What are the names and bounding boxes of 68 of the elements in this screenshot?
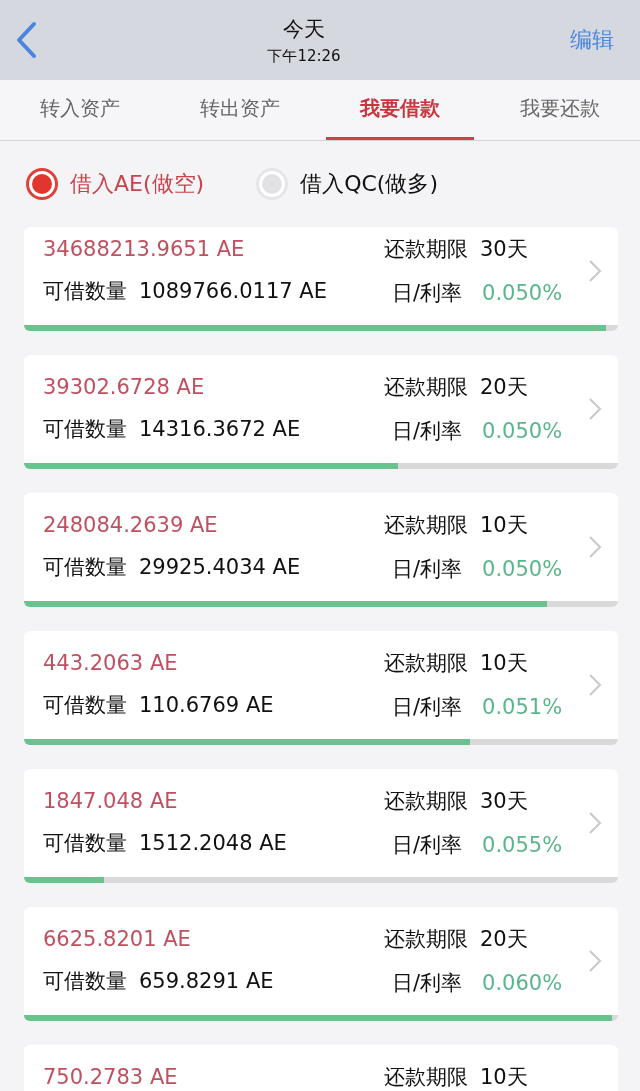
chevron-icon (588, 673, 602, 697)
rate-value: 0.050% (482, 419, 563, 443)
radio-label[interactable]: 借入AE(做空) (70, 169, 205, 199)
available-amount: 1089766.0117 AE (139, 279, 327, 303)
radio-label[interactable]: 借入QC(做多) (300, 169, 438, 199)
tab[interactable]: 我要借款 (326, 80, 474, 140)
loan-card[interactable]: 34688213.9651 AE 可借数量 1089766.0117 AE 还款期限 30天 日/利率 0.050% (24, 227, 618, 331)
term-label: 还款期限 (384, 926, 468, 953)
loan-amount: 1847.048 AE (43, 789, 179, 813)
term-label: 还款期限 (384, 788, 468, 815)
available-label: 可借数量 (43, 554, 127, 581)
chevron-icon (588, 811, 602, 835)
rate-label: 日/利率 (392, 280, 463, 307)
loan-card[interactable]: 1847.048 AE 可借数量 1512.2048 AE 还款期限 30天 日/利率 0.055% (24, 769, 618, 883)
back-icon[interactable] (14, 20, 38, 60)
chevron-icon (588, 949, 602, 973)
rate-value: 0.055% (482, 833, 563, 857)
tab[interactable]: 我要还款 (486, 80, 634, 140)
loan-card[interactable]: 750.2783 AE 还款期限 10天 (24, 1045, 618, 1091)
term-value: 20天 (480, 926, 528, 953)
available-label: 可借数量 (43, 830, 127, 857)
nav-subtitle: 下午12:26 (267, 46, 341, 66)
available-amount: 110.6769 AE (139, 693, 274, 717)
available-amount: 14316.3672 AE (139, 417, 301, 441)
available-label: 可借数量 (43, 416, 127, 443)
chevron-icon (588, 397, 602, 421)
chevron-icon (588, 259, 602, 283)
loan-card[interactable]: 443.2063 AE 可借数量 110.6769 AE 还款期限 10天 日/利率 0.051% (24, 631, 618, 745)
loan-amount: 39302.6728 AE (43, 375, 206, 399)
rate-value: 0.060% (482, 971, 563, 995)
available-amount: 29925.4034 AE (139, 555, 301, 579)
rate-value: 0.050% (482, 557, 563, 581)
rate-value: 0.051% (482, 695, 563, 719)
term-value: 20天 (480, 374, 528, 401)
rate-label: 日/利率 (392, 556, 463, 583)
rate-value: 0.050% (482, 281, 563, 305)
radio-button[interactable] (26, 168, 58, 200)
term-label: 还款期限 (384, 374, 468, 401)
loan-card[interactable]: 248084.2639 AE 可借数量 29925.4034 AE 还款期限 10天 日/利率 0.050% (24, 493, 618, 607)
term-label: 还款期限 (384, 236, 468, 263)
tab[interactable]: 转入资产 (6, 80, 154, 140)
loan-amount: 6625.8201 AE (43, 927, 192, 951)
available-amount: 1512.2048 AE (139, 831, 287, 855)
rate-label: 日/利率 (392, 970, 463, 997)
term-value: 30天 (480, 236, 528, 263)
loan-amount: 443.2063 AE (43, 651, 179, 675)
term-value: 10天 (480, 512, 528, 539)
loan-amount: 248084.2639 AE (43, 513, 219, 537)
available-amount: 659.8291 AE (139, 969, 274, 993)
term-label: 还款期限 (384, 512, 468, 539)
loan-card[interactable]: 6625.8201 AE 可借数量 659.8291 AE 还款期限 20天 日/利率 0.060% (24, 907, 618, 1021)
term-value: 30天 (480, 788, 528, 815)
rate-label: 日/利率 (392, 832, 463, 859)
available-label: 可借数量 (43, 968, 127, 995)
term-label: 还款期限 (384, 1064, 468, 1091)
term-label: 还款期限 (384, 650, 468, 677)
available-label: 可借数量 (43, 278, 127, 305)
term-value: 10天 (480, 1064, 528, 1091)
nav-title: 今天 (283, 15, 325, 43)
term-value: 10天 (480, 650, 528, 677)
rate-label: 日/利率 (392, 694, 463, 721)
chevron-icon (588, 535, 602, 559)
available-label: 可借数量 (43, 692, 127, 719)
tab[interactable]: 转出资产 (166, 80, 314, 140)
rate-label: 日/利率 (392, 418, 463, 445)
loan-amount: 34688213.9651 AE (43, 237, 246, 261)
loan-card[interactable]: 39302.6728 AE 可借数量 14316.3672 AE 还款期限 20天 日/利率 0.050% (24, 355, 618, 469)
loan-amount: 750.2783 AE (43, 1065, 179, 1089)
